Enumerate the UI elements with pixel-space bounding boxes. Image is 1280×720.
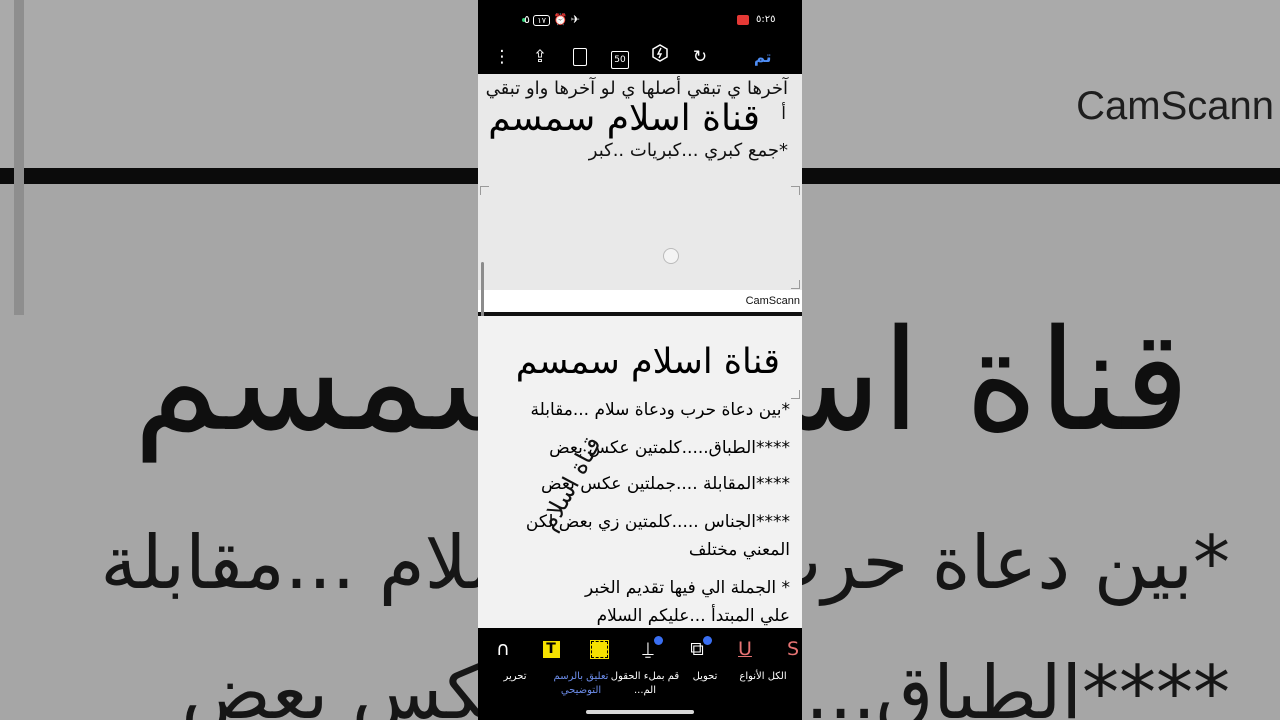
page1-line2: *جمع كبري ...كبريات ..كبر <box>588 140 788 161</box>
status-icons: ١٧ ٥ ⏰ ✈ <box>524 13 580 26</box>
background-cam-label: CamScann <box>1076 84 1274 128</box>
document-viewer[interactable]: آخرها ي تبقي أصلها ي لو آخرها واو تبقي ق… <box>478 74 802 628</box>
status-time: ٥:٢٥ <box>756 14 776 25</box>
area-highlight-icon[interactable] <box>584 636 614 662</box>
text-highlight-icon[interactable]: T <box>536 636 566 662</box>
share-icon[interactable]: ⇪ <box>526 44 554 70</box>
edit-label[interactable]: تحرير <box>480 670 550 684</box>
convert-label[interactable]: تحويل <box>670 670 740 684</box>
stamp-glyph: ⍊ <box>642 638 654 660</box>
more-options-icon[interactable]: ⋮ <box>488 44 516 70</box>
page-50-label: 50 <box>611 51 629 69</box>
page2-line: علي المبتدأ ...عليكم السلام <box>596 606 790 626</box>
page2-line: * الجملة الي فيها تقديم الخبر <box>585 578 790 598</box>
new-badge <box>654 636 663 645</box>
fill-fields-label[interactable]: قم بملء الحقول الم... <box>610 670 680 698</box>
crop-corner-top-right[interactable] <box>791 186 800 195</box>
page-view-icon[interactable] <box>566 44 594 70</box>
top-toolbar: ⋮ ⇪ 50 ↻ تم <box>478 40 802 74</box>
pen-icon[interactable]: ∩ <box>488 636 518 662</box>
page1-title: قناة اسلام سمسم <box>488 98 760 139</box>
underline-icon[interactable]: U <box>730 636 760 662</box>
crop-corner-bottom-right[interactable] <box>791 280 800 289</box>
drag-handle[interactable] <box>663 248 679 264</box>
page-50-icon[interactable]: 50 <box>606 44 634 70</box>
page1-line1: آخرها ي تبقي أصلها ي لو آخرها واو تبقي <box>485 78 788 99</box>
page1-hamza: أ <box>781 104 786 124</box>
magic-enhance-icon[interactable] <box>646 44 674 70</box>
stamp-icon[interactable]: ⍊ <box>633 636 663 662</box>
phone-screen: ١٧ ٥ ⏰ ✈ ٥:٢٥ ⋮ ⇪ 50 ↻ تم آخرها ي تبقي أ… <box>478 0 802 720</box>
crop-corner-top-left[interactable] <box>480 186 489 195</box>
status-bar: ١٧ ٥ ⏰ ✈ ٥:٢٥ <box>478 0 802 40</box>
battery-level: ١٧ <box>533 15 551 26</box>
comment-drawing-label[interactable]: تعليق بالرسم التوضيحي <box>546 670 616 698</box>
annotation-toolbar: S U ⧉ ⍊ T ∩ الكل الأنواع تحويل قم بملء ا… <box>478 628 802 720</box>
text-tool-glyph: T <box>542 641 560 658</box>
camscanner-watermark: CamScann <box>745 295 800 307</box>
crop-corner[interactable] <box>791 390 800 399</box>
screen-record-icon <box>737 15 749 25</box>
document-page-2: قناة اسلام سمسم *بين دعاة حرب ودعاة سلام… <box>478 316 802 628</box>
shapes-glyph: ⧉ <box>690 638 704 660</box>
shapes-icon[interactable]: ⧉ <box>682 636 712 662</box>
background-side-bar <box>14 0 24 315</box>
home-indicator[interactable] <box>586 710 694 714</box>
page2-line: *بين دعاة حرب ودعاة سلام ...مقابلة <box>530 400 790 420</box>
document-page-1: آخرها ي تبقي أصلها ي لو آخرها واو تبقي ق… <box>478 74 802 290</box>
page2-title: قناة اسلام سمسم <box>515 342 780 382</box>
strikethrough-icon[interactable]: S <box>778 636 802 662</box>
done-button[interactable]: تم <box>754 44 771 70</box>
rotate-icon[interactable]: ↻ <box>686 44 714 70</box>
page2-line: المعني مختلف <box>688 540 790 560</box>
new-badge <box>703 636 712 645</box>
